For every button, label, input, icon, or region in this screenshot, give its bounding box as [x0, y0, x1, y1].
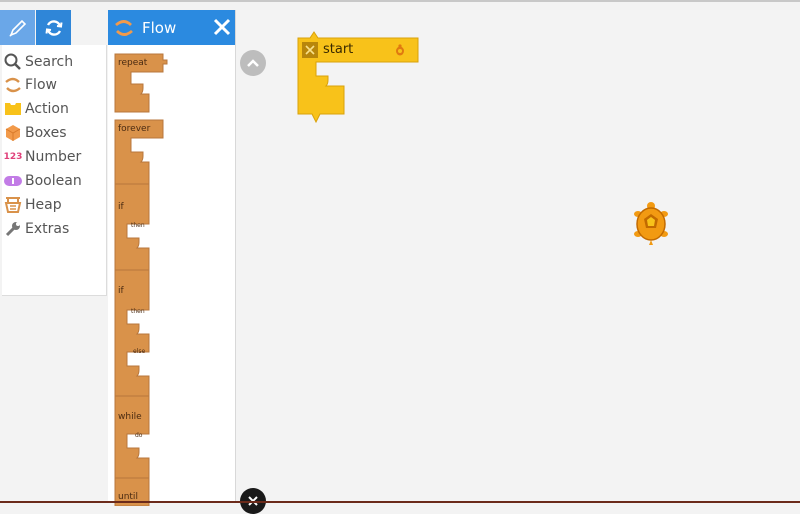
collapse-button[interactable]	[240, 50, 266, 76]
number-icon: 123	[3, 152, 23, 162]
palette-item-label: Search	[25, 54, 74, 70]
palette-item-label: Extras	[25, 221, 70, 237]
palette-toolbar	[0, 10, 72, 45]
palette-item-heap[interactable]: Heap	[2, 194, 62, 216]
action-icon	[3, 99, 23, 119]
palette-item-action[interactable]: Action	[2, 98, 69, 120]
close-icon[interactable]	[211, 16, 233, 42]
forever-block[interactable]: forever	[113, 118, 173, 190]
block-sublabel: do	[135, 432, 143, 439]
block-label: forever	[118, 124, 151, 134]
palette-item-label: Action	[25, 101, 69, 117]
extras-icon	[3, 219, 23, 239]
block-sublabel: else	[133, 348, 146, 355]
repeat-block[interactable]: repeat	[113, 52, 173, 118]
grip-icon	[302, 42, 318, 58]
start-block[interactable]: start	[296, 28, 422, 128]
pencil-button[interactable]	[0, 10, 35, 45]
refresh-button[interactable]	[36, 10, 71, 45]
turtle-icon[interactable]	[632, 200, 670, 252]
flow-panel-header: Flow	[108, 10, 235, 45]
boolean-icon	[3, 171, 23, 191]
palette-item-label: Heap	[25, 197, 62, 213]
flow-palette-panel: Flow repeat forever if then if then else	[108, 10, 236, 507]
block-sublabel: then	[131, 222, 145, 229]
palette-item-boolean[interactable]: Boolean	[2, 170, 82, 192]
while-block-shape	[114, 395, 150, 483]
block-sublabel: then	[131, 308, 145, 315]
block-label: if	[118, 286, 124, 296]
palette-item-number[interactable]: 123 Number	[2, 146, 82, 168]
if-then-block[interactable]: if then	[113, 182, 158, 278]
until-block[interactable]: until	[113, 476, 158, 510]
palette-item-boxes[interactable]: Boxes	[2, 122, 67, 144]
palette-list: Search Flow Action Boxes 123 Number Bool…	[2, 45, 107, 296]
flow-panel-title: Flow	[142, 19, 177, 37]
block-label: if	[118, 202, 124, 212]
pencil-icon	[8, 19, 26, 37]
turtle-small-icon	[393, 42, 407, 61]
palette-item-flow[interactable]: Flow	[2, 74, 57, 96]
palette-item-label: Boxes	[25, 125, 67, 141]
palette-item-label: Flow	[25, 77, 57, 93]
boxes-icon	[3, 123, 23, 143]
palette-item-search[interactable]: Search	[2, 51, 73, 73]
heap-icon	[3, 195, 23, 215]
palette-item-label: Boolean	[25, 173, 82, 189]
chevron-up-icon	[247, 59, 259, 67]
block-label: repeat	[118, 58, 148, 68]
palette-item-label: Number	[25, 149, 82, 165]
if-then-else-block[interactable]: if then else	[113, 268, 158, 404]
start-block-label: start	[323, 42, 354, 57]
search-icon	[3, 52, 23, 72]
flow-icon	[113, 17, 135, 43]
while-block[interactable]: while do	[113, 394, 158, 488]
flow-icon	[3, 75, 23, 95]
palette-item-extras[interactable]: Extras	[2, 218, 69, 240]
block-label: while	[118, 412, 142, 422]
refresh-icon	[45, 19, 62, 36]
